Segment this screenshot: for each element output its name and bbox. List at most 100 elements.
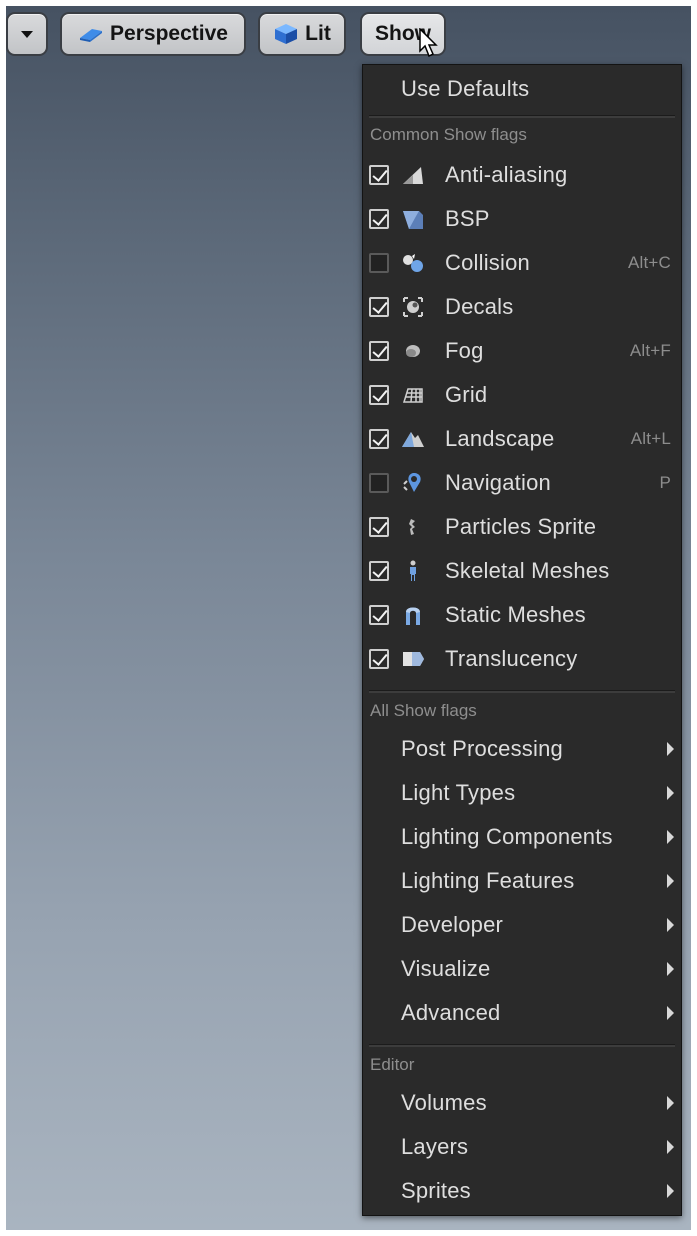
translucency-icon [399, 645, 427, 673]
flag-item-skeletal-meshes[interactable]: Skeletal Meshes [363, 551, 681, 591]
lighting-features-label: Lighting Features [401, 868, 575, 893]
submenu-arrow-icon [667, 742, 674, 756]
landscape-icon [399, 425, 427, 453]
common-flags-header: Common Show flags [370, 125, 527, 144]
flag-item-anti-aliasing[interactable]: Anti-aliasing [363, 155, 681, 195]
translucency-label: Translucency [445, 646, 578, 671]
landscape-label: Landscape [445, 426, 555, 451]
submenu-light-types[interactable]: Light Types [363, 773, 681, 813]
post-processing-label: Post Processing [401, 736, 563, 761]
skeletal-meshes-label: Skeletal Meshes [445, 558, 610, 583]
use-defaults-item[interactable]: Use Defaults [363, 69, 681, 109]
flag-item-collision[interactable]: Collision Alt+C [363, 243, 681, 283]
layers-label: Layers [401, 1134, 469, 1159]
submenu-advanced[interactable]: Advanced [363, 993, 681, 1033]
flag-item-bsp[interactable]: BSP [363, 199, 681, 239]
submenu-arrow-icon [667, 1006, 674, 1020]
perspective-label: Perspective [110, 22, 228, 45]
skeletal-meshes-checkbox[interactable] [369, 561, 389, 581]
submenu-sprites[interactable]: Sprites [363, 1171, 681, 1211]
fog-label: Fog [445, 338, 484, 363]
skeletal-mesh-icon [399, 557, 427, 585]
anti-aliasing-icon [399, 161, 427, 189]
editor-header: Editor [370, 1055, 415, 1074]
submenu-arrow-icon [667, 1184, 674, 1198]
light-types-label: Light Types [401, 780, 516, 805]
all-flags-header: All Show flags [370, 701, 477, 720]
navigation-icon [399, 469, 427, 497]
fog-checkbox[interactable] [369, 341, 389, 361]
advanced-label: Advanced [401, 1000, 501, 1025]
flag-item-grid[interactable]: Grid [363, 375, 681, 415]
flag-item-particles-sprite[interactable]: Particles Sprite [363, 507, 681, 547]
particles-sprite-checkbox[interactable] [369, 517, 389, 537]
navigation-checkbox[interactable] [369, 473, 389, 493]
submenu-developer[interactable]: Developer [363, 905, 681, 945]
developer-label: Developer [401, 912, 504, 937]
separator [369, 1044, 675, 1047]
flag-item-landscape[interactable]: Landscape Alt+L [363, 419, 681, 459]
decals-checkbox[interactable] [369, 297, 389, 317]
submenu-arrow-icon [667, 1140, 674, 1154]
grid-icon [399, 381, 427, 409]
submenu-lighting-components[interactable]: Lighting Components [363, 817, 681, 857]
viewport-options-button[interactable] [6, 12, 48, 56]
grid-label: Grid [445, 382, 488, 407]
submenu-arrow-icon [667, 786, 674, 800]
lit-cube-icon [273, 23, 299, 45]
volumes-label: Volumes [401, 1090, 487, 1115]
landscape-shortcut: Alt+L [630, 429, 671, 448]
submenu-visualize[interactable]: Visualize [363, 949, 681, 989]
use-defaults-label: Use Defaults [401, 76, 530, 101]
show-flags-menu: Use Defaults Common Show flags Anti-alia… [362, 64, 682, 1216]
fog-icon [399, 337, 427, 365]
separator [369, 115, 675, 118]
chevron-down-icon [21, 30, 33, 38]
lit-button[interactable]: Lit [258, 12, 346, 56]
collision-checkbox[interactable] [369, 253, 389, 273]
flag-item-decals[interactable]: Decals [363, 287, 681, 327]
fog-shortcut: Alt+F [629, 341, 671, 360]
collision-label: Collision [445, 250, 530, 275]
perspective-button[interactable]: Perspective [60, 12, 246, 56]
translucency-checkbox[interactable] [369, 649, 389, 669]
bsp-checkbox[interactable] [369, 209, 389, 229]
show-button[interactable]: Show [360, 12, 446, 56]
submenu-arrow-icon [667, 962, 674, 976]
collision-icon [399, 249, 427, 277]
grid-checkbox[interactable] [369, 385, 389, 405]
submenu-arrow-icon [667, 918, 674, 932]
flag-item-navigation[interactable]: Navigation P [363, 463, 681, 503]
bsp-label: BSP [445, 206, 490, 231]
submenu-arrow-icon [667, 830, 674, 844]
static-meshes-label: Static Meshes [445, 602, 586, 627]
navigation-label: Navigation [445, 470, 551, 495]
navigation-shortcut: P [659, 473, 671, 492]
decals-label: Decals [445, 294, 514, 319]
submenu-post-processing[interactable]: Post Processing [363, 729, 681, 769]
anti-aliasing-label: Anti-aliasing [445, 162, 568, 187]
static-meshes-checkbox[interactable] [369, 605, 389, 625]
landscape-checkbox[interactable] [369, 429, 389, 449]
submenu-layers[interactable]: Layers [363, 1127, 681, 1167]
visualize-label: Visualize [401, 956, 491, 981]
submenu-arrow-icon [667, 1096, 674, 1110]
lit-label: Lit [305, 22, 331, 45]
submenu-lighting-features[interactable]: Lighting Features [363, 861, 681, 901]
submenu-arrow-icon [667, 874, 674, 888]
bsp-icon [399, 205, 427, 233]
flag-item-fog[interactable]: Fog Alt+F [363, 331, 681, 371]
sprites-label: Sprites [401, 1178, 471, 1203]
separator [369, 690, 675, 693]
perspective-icon [78, 23, 104, 45]
show-label: Show [375, 22, 431, 45]
decals-icon [399, 293, 427, 321]
flag-item-static-meshes[interactable]: Static Meshes [363, 595, 681, 635]
submenu-volumes[interactable]: Volumes [363, 1083, 681, 1123]
particles-sprite-label: Particles Sprite [445, 514, 597, 539]
flag-item-translucency[interactable]: Translucency [363, 639, 681, 679]
viewport: Perspective Lit Show Use Defaults Common… [6, 6, 691, 1230]
anti-aliasing-checkbox[interactable] [369, 165, 389, 185]
collision-shortcut: Alt+C [627, 253, 671, 272]
static-mesh-icon [399, 601, 427, 629]
